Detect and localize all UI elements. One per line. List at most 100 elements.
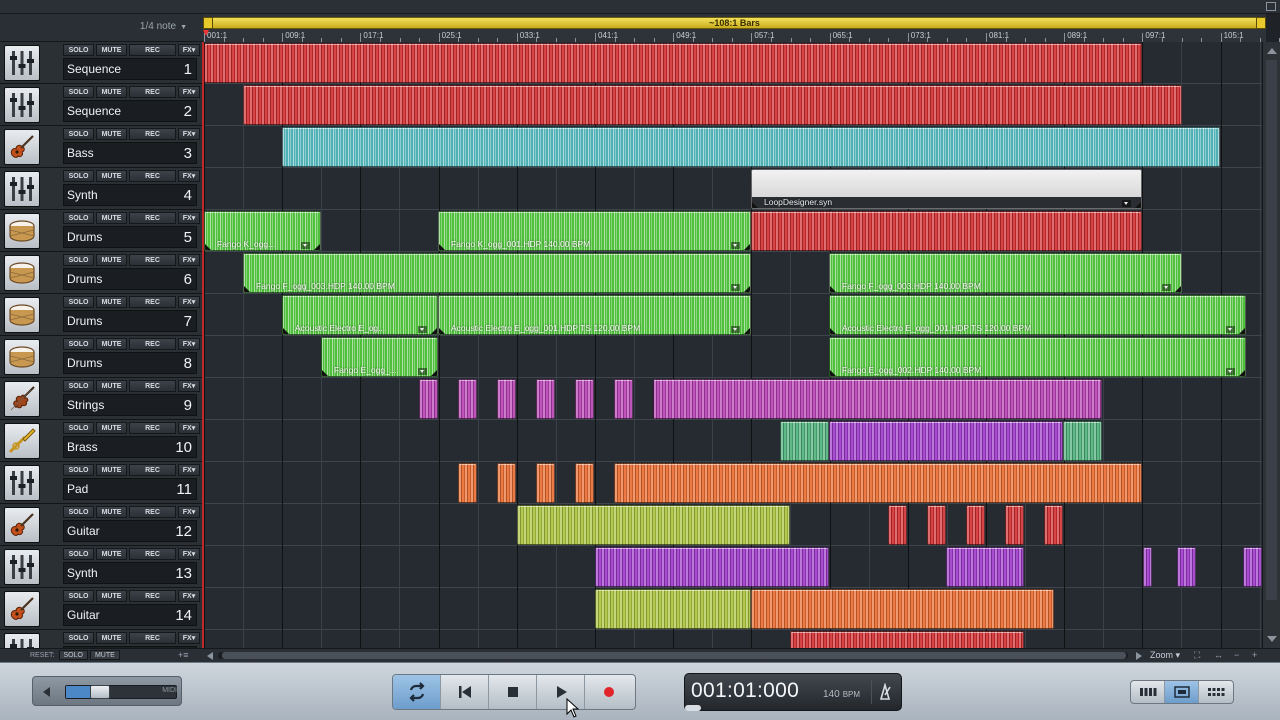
fx-button[interactable]: FX▾ (178, 548, 200, 560)
solo-button[interactable]: SOLO (63, 338, 94, 350)
audio-clip[interactable]: Fango K_ogg... (204, 211, 321, 251)
playhead-marker[interactable] (203, 30, 209, 42)
fx-button[interactable]: FX▾ (178, 212, 200, 224)
fx-button[interactable]: FX▾ (178, 380, 200, 392)
track-header[interactable]: SOLO MUTE REC FX▾ Sequence 1 (0, 42, 203, 84)
record-arm-button[interactable]: REC (129, 296, 176, 308)
track-name-field[interactable]: Synth 13 (63, 562, 197, 584)
record-arm-button[interactable]: REC (129, 128, 176, 140)
audio-clip[interactable]: Fango K_ogg_001.HDP 140.00 BPM (438, 211, 751, 251)
track-header[interactable]: SOLO MUTE REC FX▾ Strings 9 (0, 378, 203, 420)
midi-clip[interactable] (927, 505, 946, 545)
reset-solo-button[interactable]: SOLO (58, 650, 88, 660)
midi-clip[interactable] (536, 463, 555, 503)
stop-button[interactable] (489, 675, 537, 709)
fx-button[interactable]: FX▾ (178, 170, 200, 182)
scroll-left-icon[interactable] (207, 652, 213, 660)
mute-button[interactable]: MUTE (96, 548, 127, 560)
midi-clip[interactable] (1243, 547, 1262, 587)
scroll-right-icon[interactable] (1136, 652, 1142, 660)
solo-button[interactable]: SOLO (63, 632, 94, 644)
fx-button[interactable]: FX▾ (178, 422, 200, 434)
guitar-icon[interactable] (4, 507, 40, 543)
track-name-field[interactable]: Drums 6 (63, 268, 197, 290)
zoom-out-icon[interactable]: − (1234, 650, 1239, 660)
mute-button[interactable]: MUTE (96, 44, 127, 56)
tempo-readout[interactable]: 140 BPM (823, 689, 860, 700)
volume-slider[interactable] (65, 685, 177, 699)
mute-button[interactable]: MUTE (96, 86, 127, 98)
fx-button[interactable]: FX▾ (178, 86, 200, 98)
synth-clip[interactable]: LoopDesigner.syn (751, 169, 1142, 209)
midi-clip[interactable] (1063, 421, 1102, 461)
audio-clip[interactable]: Acoustic Electro E_ogg_001.HDP TS 120.00… (438, 295, 751, 335)
midi-clip[interactable] (888, 505, 907, 545)
record-arm-button[interactable]: REC (129, 44, 176, 56)
midi-clip[interactable] (780, 421, 829, 461)
mute-button[interactable]: MUTE (96, 254, 127, 266)
view-tracks-button[interactable] (1131, 681, 1165, 703)
audio-clip[interactable]: Fango F_ogg_003.HDP 140.00 BPM (829, 253, 1182, 293)
add-track-icon[interactable]: +≡ (178, 650, 189, 660)
record-arm-button[interactable]: REC (129, 632, 176, 644)
mute-button[interactable]: MUTE (96, 506, 127, 518)
track-header[interactable]: SOLO MUTE REC FX▾ Drums 6 (0, 252, 203, 294)
loop-range-bar[interactable]: ~108:1 Bars (203, 17, 1266, 29)
guitar-icon[interactable] (4, 129, 40, 165)
midi-clip[interactable] (575, 379, 594, 419)
record-arm-button[interactable]: REC (129, 590, 176, 602)
track-name-field[interactable]: Pad 11 (63, 478, 197, 500)
metronome-button[interactable] (871, 680, 895, 704)
drum-icon[interactable] (4, 255, 40, 291)
midi-clip[interactable] (966, 505, 985, 545)
fx-button[interactable]: FX▾ (178, 128, 200, 140)
mixer-icon[interactable] (4, 633, 40, 648)
solo-button[interactable]: SOLO (63, 506, 94, 518)
mute-button[interactable]: MUTE (96, 380, 127, 392)
scroll-up-icon[interactable] (1267, 48, 1277, 54)
volume-knob[interactable] (90, 685, 110, 699)
fx-button[interactable]: FX▾ (178, 464, 200, 476)
track-header[interactable]: SOLO MUTE REC FX▾ Drums 8 (0, 336, 203, 378)
vertical-scrollbar[interactable] (1262, 42, 1280, 648)
restore-window-icon[interactable] (1266, 2, 1276, 11)
solo-button[interactable]: SOLO (63, 296, 94, 308)
fx-button[interactable]: FX▾ (178, 296, 200, 308)
track-header[interactable]: SOLO MUTE REC FX▾ Drums 7 (0, 294, 203, 336)
solo-button[interactable]: SOLO (63, 128, 94, 140)
mute-button[interactable]: MUTE (96, 464, 127, 476)
track-name-field[interactable]: Strings 9 (63, 394, 197, 416)
fx-button[interactable]: FX▾ (178, 632, 200, 644)
solo-button[interactable]: SOLO (63, 590, 94, 602)
midi-clip[interactable] (1044, 505, 1063, 545)
solo-button[interactable]: SOLO (63, 86, 94, 98)
mute-button[interactable]: MUTE (96, 212, 127, 224)
track-header[interactable]: SOLO MUTE REC FX▾ Guitar 12 (0, 504, 203, 546)
vertical-scroll-thumb[interactable] (1266, 60, 1277, 600)
record-arm-button[interactable]: REC (129, 548, 176, 560)
reset-mute-button[interactable]: MUTE (89, 650, 120, 660)
midi-clip[interactable] (614, 463, 1142, 503)
record-arm-button[interactable]: REC (129, 506, 176, 518)
midi-clip[interactable] (458, 379, 477, 419)
track-name-field[interactable]: Sequence 1 (63, 58, 197, 80)
loop-end-handle[interactable] (1256, 17, 1266, 29)
record-arm-button[interactable]: REC (129, 338, 176, 350)
midi-clip[interactable] (790, 631, 1024, 648)
zoom-horizontal-icon[interactable]: ↔ (1214, 650, 1223, 660)
midi-clip[interactable] (1143, 547, 1152, 587)
solo-button[interactable]: SOLO (63, 44, 94, 56)
track-name-field[interactable]: Drums 8 (63, 352, 197, 374)
track-header[interactable]: SOLO MUTE REC FX▾ Bass 3 (0, 126, 203, 168)
midi-clip[interactable] (575, 463, 594, 503)
audio-clip[interactable] (517, 505, 790, 545)
track-header[interactable]: SOLO MUTE REC FX▾ Synth 13 (0, 546, 203, 588)
solo-button[interactable]: SOLO (63, 380, 94, 392)
view-arranger-button[interactable] (1165, 681, 1199, 703)
mute-button[interactable]: MUTE (96, 338, 127, 350)
midi-clip[interactable] (536, 379, 555, 419)
clip-menu-icon[interactable] (1226, 326, 1235, 333)
record-arm-button[interactable]: REC (129, 170, 176, 182)
zoom-menu[interactable]: Zoom ▾ (1150, 650, 1180, 661)
fx-button[interactable]: FX▾ (178, 338, 200, 350)
